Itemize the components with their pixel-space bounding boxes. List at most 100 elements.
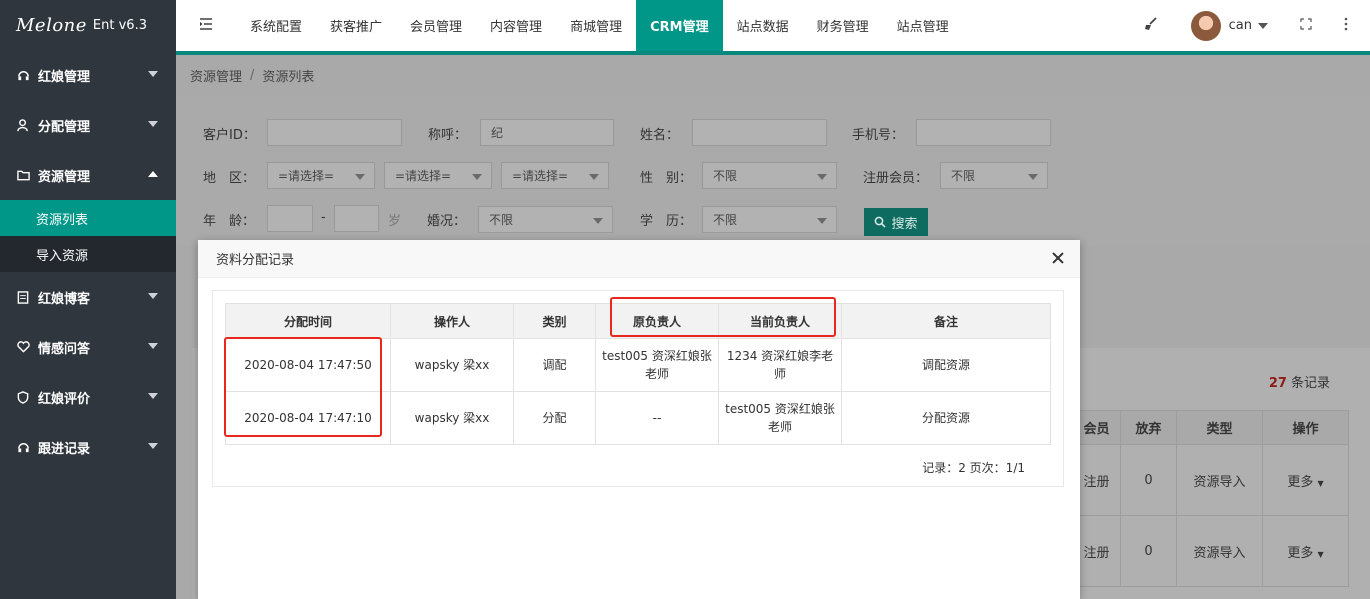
more-button[interactable]: 更多 ▼ bbox=[1262, 444, 1349, 516]
tab-crm[interactable]: CRM管理 bbox=[636, 0, 723, 51]
age-unit: 岁 bbox=[388, 214, 402, 229]
name-input[interactable] bbox=[692, 119, 827, 146]
sidebar-item-label: 红娘博客 bbox=[38, 291, 91, 307]
close-icon[interactable] bbox=[1052, 252, 1064, 264]
tab-site-data[interactable]: 站点数据 bbox=[723, 0, 803, 51]
avatar[interactable] bbox=[1190, 10, 1221, 41]
app-logo[interactable]: Melone Ent v6.3 bbox=[0, 0, 176, 50]
sidebar-item-allocation[interactable]: 分配管理 bbox=[0, 100, 176, 150]
marital-select[interactable]: 不限 bbox=[478, 206, 613, 233]
more-button[interactable]: 更多 ▼ bbox=[1262, 515, 1349, 587]
more-button-label: 更多 bbox=[1287, 545, 1314, 561]
gender-select[interactable]: 不限 bbox=[702, 162, 837, 189]
chevron-down-icon bbox=[148, 71, 158, 77]
sidebar-subitem-import-resource[interactable]: 导入资源 bbox=[0, 236, 176, 272]
province-select[interactable]: =请选择= bbox=[267, 162, 375, 189]
search-button-label: 搜索 bbox=[891, 216, 918, 232]
region-label: 地 区： bbox=[203, 171, 256, 186]
fullscreen-button[interactable] bbox=[1286, 17, 1326, 34]
tab-mall[interactable]: 商城管理 bbox=[556, 0, 636, 51]
headset-icon bbox=[16, 68, 30, 82]
age-dash: - bbox=[321, 210, 326, 225]
phone-input[interactable] bbox=[916, 119, 1051, 146]
chevron-down-icon bbox=[148, 343, 158, 349]
sidebar-item-resources[interactable]: 资源管理 bbox=[0, 150, 176, 200]
sidebar-item-label: 资源管理 bbox=[38, 169, 91, 185]
nickname-input[interactable]: 纪 bbox=[480, 119, 614, 146]
tab-content[interactable]: 内容管理 bbox=[476, 0, 556, 51]
tab-site-manage[interactable]: 站点管理 bbox=[883, 0, 963, 51]
record-count-suffix: 条记录 bbox=[1290, 376, 1330, 391]
folder-icon bbox=[16, 168, 30, 182]
sidebar-subitem-resource-list[interactable]: 资源列表 bbox=[0, 200, 176, 236]
more-options-button[interactable] bbox=[1326, 17, 1366, 35]
shield-icon bbox=[16, 390, 30, 404]
table-header-row: 会员 放弃 类型 操作 bbox=[1072, 410, 1349, 445]
age-label: 年 龄： bbox=[203, 214, 256, 229]
table-row: 注册 0 资源导入 更多 ▼ bbox=[1072, 515, 1349, 587]
sidebar-item-label: 红娘评价 bbox=[38, 391, 91, 407]
education-select[interactable]: 不限 bbox=[702, 206, 837, 233]
registered-label: 注册会员： bbox=[863, 171, 929, 186]
logo-text: Melone bbox=[16, 14, 87, 36]
more-button-label: 更多 bbox=[1287, 474, 1314, 490]
sidebar-item-blog[interactable]: 红娘博客 bbox=[0, 272, 176, 322]
column-header: 类型 bbox=[1176, 410, 1263, 445]
sidebar-item-reviews[interactable]: 红娘评价 bbox=[0, 372, 176, 422]
search-icon bbox=[874, 216, 887, 228]
chevron-up-icon bbox=[148, 171, 158, 177]
column-header: 分配时间 bbox=[225, 303, 391, 339]
menu-toggle-button[interactable] bbox=[176, 0, 236, 51]
sidebar-item-label: 分配管理 bbox=[38, 119, 91, 135]
highlight-box-time bbox=[224, 337, 382, 437]
tab-promotion[interactable]: 获客推广 bbox=[316, 0, 396, 51]
current-owner-cell: test005 资深红娘张老师 bbox=[718, 391, 842, 445]
nickname-label: 称呼： bbox=[428, 128, 468, 143]
tab-members[interactable]: 会员管理 bbox=[396, 0, 476, 51]
record-count-number: 27 bbox=[1268, 376, 1287, 391]
dialog-header: 资料分配记录 bbox=[198, 240, 1080, 278]
category-cell: 分配 bbox=[513, 391, 596, 445]
age-min-input[interactable] bbox=[267, 205, 313, 232]
breadcrumb: 资源管理 / 资源列表 bbox=[176, 55, 1370, 95]
menu-fold-icon bbox=[199, 17, 213, 34]
clear-cache-button[interactable] bbox=[1131, 16, 1171, 36]
marital-label: 婚况： bbox=[427, 214, 467, 229]
chevron-down-icon bbox=[148, 121, 158, 127]
type-cell: 资源导入 bbox=[1176, 444, 1263, 516]
dialog-title: 资料分配记录 bbox=[216, 253, 295, 268]
tab-system-config[interactable]: 系统配置 bbox=[236, 0, 316, 51]
chevron-down-icon[interactable] bbox=[1258, 22, 1268, 29]
sidebar-item-followup[interactable]: 跟进记录 bbox=[0, 422, 176, 472]
chevron-down-icon bbox=[148, 393, 158, 399]
breadcrumb-item: 资源列表 bbox=[262, 69, 315, 85]
sidebar-item-qa[interactable]: 情感问答 bbox=[0, 322, 176, 372]
city-select[interactable]: =请选择= bbox=[384, 162, 492, 189]
sidebar-item-label: 情感问答 bbox=[38, 341, 91, 357]
education-label: 学 历： bbox=[640, 214, 693, 229]
current-owner-cell: 1234 资深红娘李老师 bbox=[718, 338, 842, 392]
record-count: 27 条记录 bbox=[1269, 372, 1330, 391]
age-max-input[interactable] bbox=[334, 205, 379, 232]
column-header: 操作人 bbox=[390, 303, 514, 339]
search-button[interactable]: 搜索 bbox=[864, 208, 928, 236]
original-owner-cell: -- bbox=[595, 391, 719, 445]
sidebar-item-label: 红娘管理 bbox=[38, 69, 91, 85]
breadcrumb-item[interactable]: 资源管理 bbox=[190, 66, 242, 85]
breadcrumb-separator: / bbox=[250, 67, 255, 83]
app-version: Ent v6.3 bbox=[92, 17, 147, 33]
registered-select[interactable]: 不限 bbox=[940, 162, 1048, 189]
table-row: 注册 0 资源导入 更多 ▼ bbox=[1072, 444, 1349, 516]
username[interactable]: can bbox=[1229, 18, 1252, 33]
headset-icon bbox=[16, 440, 30, 454]
pagination-info: 记录：2 页次：1/1 bbox=[922, 461, 1025, 475]
column-header: 类别 bbox=[513, 303, 596, 339]
highlight-box-owners bbox=[610, 297, 836, 337]
district-select[interactable]: =请选择= bbox=[501, 162, 609, 189]
customer-id-label: 客户ID： bbox=[203, 128, 256, 143]
sidebar-item-matchmaker[interactable]: 红娘管理 bbox=[0, 50, 176, 100]
column-header: 操作 bbox=[1262, 410, 1349, 445]
tab-finance[interactable]: 财务管理 bbox=[803, 0, 883, 51]
operator-cell: wapsky 梁xx bbox=[390, 338, 514, 392]
customer-id-input[interactable] bbox=[267, 119, 402, 146]
